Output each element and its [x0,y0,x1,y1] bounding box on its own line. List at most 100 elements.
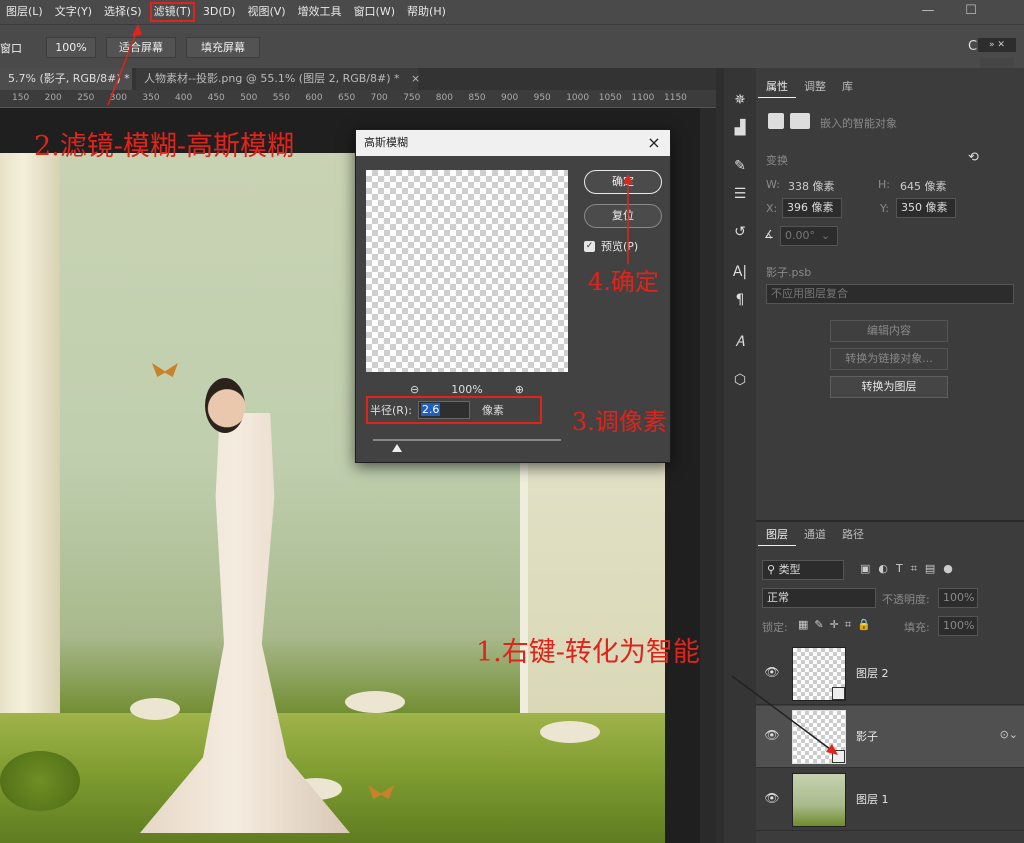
pillow [345,691,405,713]
menu-layer[interactable]: 图层(L) [0,0,49,24]
window-label: 窗口 [0,42,22,55]
tab-properties[interactable]: 属性 [758,76,796,98]
pillow [130,698,180,720]
preview-zoom-level: 100% [451,382,483,396]
eye-icon[interactable]: 👁 [764,791,780,807]
history-icon[interactable]: ↺ [724,220,756,244]
character-icon[interactable]: A| [724,260,756,284]
angle-field[interactable]: 0.00° ⌄ [780,226,838,246]
radius-input[interactable]: 2.6 [417,401,470,419]
brush-settings-icon[interactable]: ✎ [724,154,756,178]
convert-to-layers-button[interactable]: 转换为图层 [830,376,948,398]
layer-row[interactable]: 👁 图层 1 [756,769,1024,831]
lock-icons[interactable]: ▦✎✛⌗🔒 [798,618,877,632]
moss-ball [0,751,80,811]
layer-name: 图层 1 [856,793,889,806]
layer-kind-filter[interactable]: ⚲ 类型 [762,560,844,580]
layer-name: 图层 2 [856,667,889,680]
ruler-tick-label: 550 [272,93,290,103]
convert-to-linked-button[interactable]: 转换为链接对象... [830,348,948,370]
ruler-tick-label: 450 [207,93,225,103]
radius-unit: 像素 [481,404,504,417]
ruler-tick-label: 650 [338,93,356,103]
layer-filter-icons[interactable]: ▣◐T⌗▤● [860,562,961,576]
close-icon[interactable]: × [644,132,664,154]
ruler-tick-label: 500 [240,93,258,103]
curtain [0,153,60,713]
y-position-field[interactable]: 350 像素 [896,198,956,218]
tab-channels[interactable]: 通道 [796,524,834,546]
width-value: 338 像素 [788,180,835,193]
ruler-tick-label: 200 [44,93,62,103]
panel-dock-strip[interactable] [716,68,724,843]
annotation-arrow [107,24,142,106]
ruler-tick-label: 750 [403,93,421,103]
menu-3d[interactable]: 3D(D) [197,0,242,24]
pillow [540,721,600,743]
annotation-step-3: 3.调像素 [572,408,667,436]
tab-libraries[interactable]: 库 [834,76,861,98]
navigator-icon[interactable]: ✵ [724,88,756,112]
adjustments-icon[interactable]: ☰ [724,182,756,206]
annotation-step-4: 4.确定 [588,268,659,296]
zoom-out-icon[interactable]: ⊖ [410,383,419,396]
butterfly [152,363,178,377]
glyphs-icon[interactable]: 𝐴 [724,330,756,354]
zoom-in-icon[interactable]: ⊕ [515,383,524,396]
menu-view[interactable]: 视图(V) [241,0,291,24]
histogram-icon[interactable]: ▟ [724,116,756,140]
annotation-step-2: 2.滤镜-模糊-高斯模糊 [34,131,295,162]
menu-plugins[interactable]: 增效工具 [292,0,348,24]
panel-collapse-icon[interactable]: » ✕ [978,38,1016,52]
angle-icon: ∡ [764,228,774,241]
fill-field[interactable]: 100% [938,616,978,636]
menu-window[interactable]: 窗口(W) [348,0,401,24]
radius-label: 半径(R): [370,404,412,417]
tab-person-doc[interactable]: 人物素材--投影.png @ 55.1% (图层 2, RGB/8#) * × [136,68,420,90]
lock-label: 锁定: [762,621,788,634]
search-icon: ⚲ [767,563,779,576]
radius-row: 半径(R): 2.6 像素 [370,401,504,419]
annotation-step-1: 1.右键-转化为智能对象 [476,637,700,668]
tab-close-icon[interactable]: × [411,72,420,85]
ruler-tick-label: 250 [77,93,95,103]
radius-slider[interactable] [373,439,561,441]
x-position-field[interactable]: 396 像素 [782,198,842,218]
reset-transform-icon[interactable]: ⟲ [968,150,979,165]
paragraph-icon[interactable]: ¶ [724,288,756,312]
filter-options-icon[interactable]: ⊙⌄ [1000,728,1018,741]
tab-paths[interactable]: 路径 [834,524,872,546]
ruler-tick-label: 800 [435,93,453,103]
fill-screen-button[interactable]: 填充屏幕 [186,37,260,58]
menu-type[interactable]: 文字(Y) [49,0,98,24]
menu-help[interactable]: 帮助(H) [401,0,452,24]
ruler-tick-label: 400 [175,93,193,103]
dialog-title: 高斯模糊 [356,130,670,156]
3d-icon[interactable]: ⬡ [724,368,756,392]
blend-mode-select[interactable]: 正常 [762,588,876,608]
source-file-name: 影子.psb [766,266,812,279]
ruler-tick-label: 700 [370,93,388,103]
minimize-button[interactable]: — [905,0,951,24]
annotation-arrow [731,675,838,755]
smart-object-label: 嵌入的智能对象 [820,117,897,130]
ruler-tick-label: 1150 [664,93,687,103]
ruler-tick-label: 850 [468,93,486,103]
opacity-field[interactable]: 100% [938,588,978,608]
woman-head [205,378,245,433]
checkmark-icon: ✓ [584,240,595,252]
maximize-button[interactable]: ☐ [948,0,994,24]
zoom-100-button[interactable]: 100% [46,37,96,58]
ruler-tick-label: 1050 [598,93,622,103]
ruler-tick-label: 150 [12,93,30,103]
radius-slider-thumb[interactable] [392,444,402,452]
ruler-tick-label: 600 [305,93,323,103]
edit-contents-button[interactable]: 编辑内容 [830,320,948,342]
tab-adjustments[interactable]: 调整 [796,76,834,98]
layer-comp-select[interactable]: 不应用图层复合 [766,284,1014,304]
tab-layers[interactable]: 图层 [758,524,796,546]
search-icon[interactable]: C [968,39,977,54]
ruler-tick-label: 950 [533,93,551,103]
blur-preview[interactable] [366,170,568,372]
mask-icon [790,113,810,129]
